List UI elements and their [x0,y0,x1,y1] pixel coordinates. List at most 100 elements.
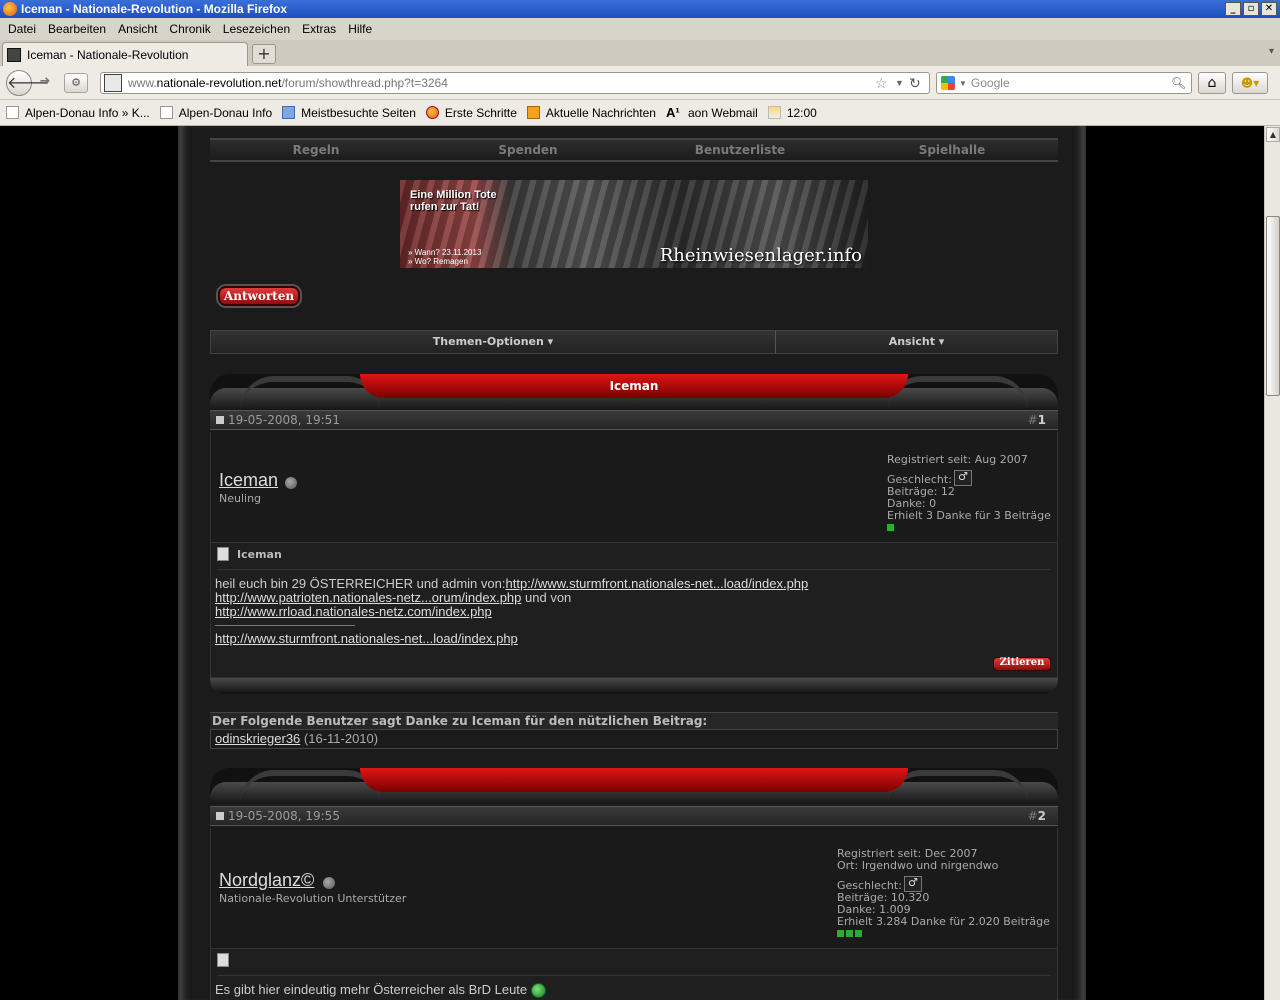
post-header: Iceman [210,374,1058,410]
promo-banner[interactable]: Eine Million Tote rufen zur Tat! » Wann?… [400,180,868,268]
forum-nav: Regeln Spenden Benutzerliste Spielhalle [210,138,1058,162]
post-number[interactable]: #1 [1028,413,1046,427]
post-header-title: Iceman [360,374,908,398]
address-bar[interactable]: www.nationale-revolution.net/forum/showt… [100,72,930,94]
nav-spielhalle[interactable]: Spielhalle [846,140,1058,160]
nav-spenden[interactable]: Spenden [422,140,634,160]
thanks-user-link[interactable]: odinskrieger36 [215,731,300,746]
tab-list-icon[interactable]: ▾ [1269,46,1274,57]
tab-bar: Iceman - Nationale-Revolution + ▾ [0,40,1280,66]
addon-icon: ☻▾ [1240,76,1260,90]
post-date: 19-05-2008, 19:51 [228,413,340,427]
post-userinfo: Nordglanz© Nationale-Revolution Unterstü… [210,828,1058,948]
post-footer [210,678,1058,694]
user-title: Neuling [219,492,262,505]
username-link[interactable]: Nordglanz© [219,870,314,891]
menu-bearbeiten[interactable]: Bearbeiten [42,22,112,36]
firefox-icon [425,106,439,119]
nav-regeln[interactable]: Regeln [210,140,422,160]
search-icon[interactable]: 🔍︎ [1171,76,1191,90]
vertical-scrollbar[interactable]: ▲ [1264,126,1280,1000]
menu-ansicht[interactable]: Ansicht [112,22,163,36]
quote-button[interactable]: Zitieren [993,657,1051,671]
view-options-menu[interactable]: Ansicht ▾ [776,331,1057,353]
page-icon [6,106,19,119]
addon-button[interactable]: ⚙ [64,73,88,93]
back-button[interactable]: 🡐 [6,70,50,96]
forward-arrow-icon: ➜ [39,74,51,89]
reply-button[interactable]: Antworten [218,286,300,306]
offline-status-icon [323,877,335,889]
banner-details: » Wann? 23.11.2013» Wo? Remagen [408,248,482,266]
message-link[interactable]: http://www.patrioten.nationales-netz...o… [215,590,521,605]
site-identity-icon[interactable] [104,74,122,92]
post-icon [217,953,229,967]
new-tab-button[interactable]: + [252,44,276,64]
username-link[interactable]: Iceman [219,470,278,491]
rss-icon [526,106,540,119]
scrollbar-thumb[interactable] [1266,216,1280,396]
post-date: 19-05-2008, 19:55 [228,809,340,823]
thanks-list: odinskrieger36 (16-11-2010) [210,729,1058,749]
thread-options-menu[interactable]: Themen-Optionen ▾ [211,331,776,353]
post-icon [217,547,229,561]
user-stats: Registriert seit: Dec 2007 Ort: Irgendwo… [837,848,1050,937]
menu-hilfe[interactable]: Hilfe [342,22,378,36]
signature-divider [215,625,355,626]
navigation-toolbar: 🡐 ➜ ⚙ www.nationale-revolution.net/forum… [0,66,1280,100]
search-box[interactable]: ▼ Google 🔍︎ [936,72,1192,94]
minimize-button[interactable]: _ [1225,2,1241,16]
search-input[interactable]: Google [967,76,1171,90]
user-title: Nationale-Revolution Unterstützer [219,892,407,905]
male-gender-icon: ♂ [903,876,922,892]
post-date-bar: 19-05-2008, 19:51 #1 [210,410,1058,430]
toolbar-addon-button[interactable]: ☻▾ [1232,72,1268,94]
bookmark-item[interactable]: Alpen-Donau Info » K... [6,106,150,120]
message-body: Es gibt hier eindeutig mehr Österreicher… [215,983,546,999]
history-dropdown-icon[interactable]: ▼ [895,78,909,88]
menu-lesezeichen[interactable]: Lesezeichen [217,22,296,36]
reputation-bar [887,524,1051,531]
banner-brand: Rheinwiesenlager.info [659,245,862,266]
tab-current[interactable]: Iceman - Nationale-Revolution [2,42,248,66]
bookmark-item[interactable]: Erste Schritte [425,106,517,120]
post-header-title [360,768,908,792]
bookmark-star-icon[interactable]: ☆ [875,75,895,92]
bookmark-item[interactable]: 12:00 [767,106,817,120]
menu-datei[interactable]: Datei [2,22,42,36]
post-number[interactable]: #2 [1028,809,1046,823]
forum-frame: Regeln Spenden Benutzerliste Spielhalle … [178,126,1086,1000]
menu-extras[interactable]: Extras [296,22,342,36]
firefox-icon [3,2,17,16]
signature-link[interactable]: http://www.sturmfront.nationales-net...l… [215,631,518,646]
close-window-button[interactable]: ✕ [1261,2,1277,16]
weather-icon [767,106,781,119]
reputation-bar [837,930,1050,937]
message-link[interactable]: http://www.sturmfront.nationales-net...l… [505,576,808,591]
home-button[interactable]: ⌂ [1198,72,1226,94]
post-header [210,768,1058,804]
scroll-up-icon[interactable]: ▲ [1266,127,1280,142]
user-stats: Registriert seit: Aug 2007 Geschlecht: ♂ … [887,454,1051,531]
bookmark-item[interactable]: Alpen-Donau Info [159,106,272,120]
message-link[interactable]: http://www.rrload.nationales-netz.com/in… [215,604,492,619]
bookmarks-toolbar: Alpen-Donau Info » K... Alpen-Donau Info… [0,100,1280,126]
bookmark-item[interactable]: Meistbesuchte Seiten [282,106,416,120]
message-body: heil euch bin 29 ÖSTERREICHER und admin … [215,576,809,646]
reload-icon[interactable]: ↻ [909,75,929,92]
thread-options-bar: Themen-Optionen ▾ Ansicht ▾ [210,330,1058,354]
page-viewport: Regeln Spenden Benutzerliste Spielhalle … [0,126,1264,1000]
google-icon[interactable] [941,76,955,90]
puzzle-icon: ⚙ [71,76,81,89]
address-text[interactable]: www.nationale-revolution.net/forum/showt… [128,76,875,90]
engine-dropdown-icon[interactable]: ▼ [959,79,967,88]
home-icon: ⌂ [1207,75,1217,91]
menu-chronik[interactable]: Chronik [163,22,216,36]
bookmark-item[interactable]: A¹ aon Webmail [666,106,758,120]
forward-button[interactable]: ➜ [34,74,56,92]
bookmark-item[interactable]: Aktuelle Nachrichten [526,106,656,120]
site-favicon [7,47,21,62]
aon-logo-icon: A¹ [665,105,680,120]
nav-benutzerliste[interactable]: Benutzerliste [634,140,846,160]
maximize-button[interactable]: ▫ [1243,2,1259,16]
